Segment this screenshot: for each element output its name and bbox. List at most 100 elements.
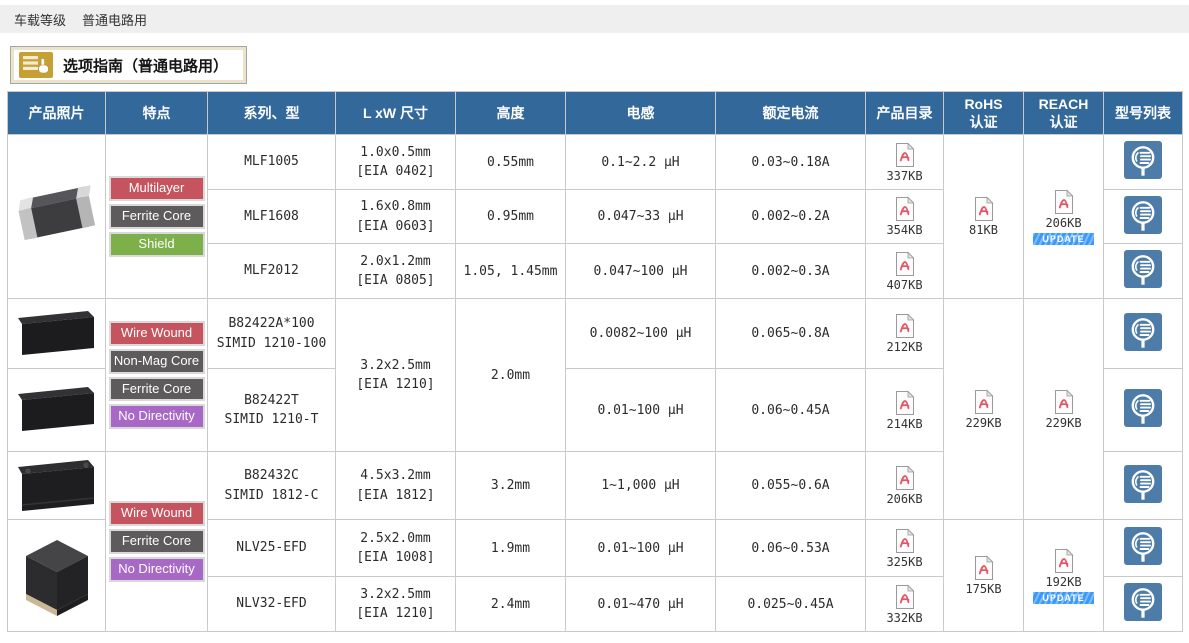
rohs-pdf-link[interactable]: 175KB	[965, 555, 1001, 596]
size-cell: 1.0x0.5mm[EIA 0402]	[336, 135, 456, 190]
col-header-rated-current: 额定电流	[716, 92, 866, 135]
feature-badge: Multilayer	[109, 176, 205, 201]
inductance-cell: 0.047~33 μH	[566, 190, 716, 244]
pdf-icon	[1053, 189, 1075, 215]
reach-cell: 192KB UPDATE	[1024, 520, 1104, 632]
series-cell: B82422TSIMID 1210-T	[208, 369, 336, 452]
catalog-cell: 407KB	[866, 244, 944, 299]
catalog-pdf-link[interactable]: 332KB	[886, 584, 922, 625]
size-cell: 2.0x1.2mm[EIA 0805]	[336, 244, 456, 299]
col-header-series-type: 系列、型	[208, 92, 336, 135]
table-header-row: 产品照片 特点 系列、型 L xW 尺寸 高度 电感 额定电流 产品目录 RoH…	[8, 92, 1183, 135]
series-cell: MLF1005	[208, 135, 336, 190]
pdf-icon	[1053, 389, 1075, 415]
magnifier-list-icon	[1124, 196, 1162, 234]
catalog-pdf-link[interactable]: 325KB	[886, 528, 922, 569]
col-header-catalog: 产品目录	[866, 92, 944, 135]
model-list-button[interactable]	[1124, 583, 1162, 621]
feature-badge: Ferrite Core	[109, 204, 205, 229]
product-photo-cell	[8, 135, 106, 299]
update-badge: UPDATE	[1033, 233, 1093, 245]
reach-pdf-link[interactable]: 192KB UPDATE	[1033, 548, 1093, 604]
product-photo-mlf-chip	[13, 147, 101, 287]
product-photo-nlv-inductor	[14, 524, 100, 628]
series-cell: MLF2012	[208, 244, 336, 299]
pdf-icon	[973, 196, 995, 222]
col-header-rohs: RoHS认证	[944, 92, 1024, 135]
product-photo-cell	[8, 452, 106, 520]
features-cell: Wire Wound Ferrite Core No Directivity	[106, 452, 208, 632]
model-list-cell	[1104, 244, 1183, 299]
model-list-button[interactable]	[1124, 141, 1162, 179]
feature-badge: Shield	[109, 232, 205, 257]
magnifier-list-icon	[1124, 250, 1162, 288]
height-cell: 0.55mm	[456, 135, 566, 190]
height-cell: 1.05, 1.45mm	[456, 244, 566, 299]
reach-pdf-link[interactable]: 229KB	[1045, 389, 1081, 430]
catalog-pdf-link[interactable]: 212KB	[886, 313, 922, 354]
catalog-pdf-link[interactable]: 206KB	[886, 465, 922, 506]
inductance-cell: 1~1,000 μH	[566, 452, 716, 520]
banner-title: 选项指南（普通电路用）	[63, 55, 228, 76]
model-list-button[interactable]	[1124, 250, 1162, 288]
product-photo-cell	[8, 520, 106, 632]
catalog-cell: 325KB	[866, 520, 944, 577]
current-cell: 0.002~0.2A	[716, 190, 866, 244]
series-cell: B82432CSIMID 1812-C	[208, 452, 336, 520]
feature-badge: Ferrite Core	[109, 377, 205, 402]
catalog-cell: 206KB	[866, 452, 944, 520]
series-cell: NLV25-EFD	[208, 520, 336, 577]
feature-badge: Wire Wound	[109, 321, 205, 346]
catalog-pdf-link[interactable]: 354KB	[886, 196, 922, 237]
size-cell: 2.5x2.0mm[EIA 1008]	[336, 520, 456, 577]
model-list-button[interactable]	[1124, 313, 1162, 351]
features-cell: Multilayer Ferrite Core Shield	[106, 135, 208, 299]
series-cell: MLF1608	[208, 190, 336, 244]
feature-badge: Wire Wound	[109, 501, 205, 526]
catalog-pdf-link[interactable]: 214KB	[886, 390, 922, 431]
col-header-reach: REACH认证	[1024, 92, 1104, 135]
reach-pdf-link[interactable]: 206KB UPDATE	[1033, 189, 1093, 245]
feature-badge: Ferrite Core	[109, 529, 205, 554]
col-header-inductance: 电感	[566, 92, 716, 135]
model-list-button[interactable]	[1124, 527, 1162, 565]
selection-guide-banner[interactable]: 选项指南（普通电路用）	[10, 46, 247, 84]
model-list-button[interactable]	[1124, 196, 1162, 234]
pdf-icon	[894, 465, 916, 491]
model-list-cell	[1104, 299, 1183, 369]
rohs-pdf-link[interactable]: 81KB	[969, 196, 998, 237]
model-list-button[interactable]	[1124, 465, 1162, 503]
selection-guide-icon	[19, 52, 53, 78]
inductance-cell: 0.047~100 μH	[566, 244, 716, 299]
size-cell: 3.2x2.5mm[EIA 1210]	[336, 299, 456, 452]
top-tab-bar: 车载等级 普通电路用	[0, 5, 1189, 33]
rohs-pdf-link[interactable]: 229KB	[965, 389, 1001, 430]
magnifier-list-icon	[1124, 389, 1162, 427]
pdf-icon	[894, 390, 916, 416]
magnifier-list-icon	[1124, 583, 1162, 621]
pdf-icon	[894, 313, 916, 339]
height-cell: 0.95mm	[456, 190, 566, 244]
height-cell: 2.4mm	[456, 577, 566, 632]
height-cell: 1.9mm	[456, 520, 566, 577]
reach-cell: 206KB UPDATE	[1024, 135, 1104, 299]
model-list-cell	[1104, 135, 1183, 190]
model-list-button[interactable]	[1124, 389, 1162, 427]
catalog-pdf-link[interactable]: 407KB	[886, 251, 922, 292]
model-list-cell	[1104, 452, 1183, 520]
tab-automotive-grade[interactable]: 车载等级	[14, 10, 66, 29]
catalog-pdf-link[interactable]: 337KB	[886, 142, 922, 183]
col-header-features: 特点	[106, 92, 208, 135]
catalog-cell: 354KB	[866, 190, 944, 244]
current-cell: 0.055~0.6A	[716, 452, 866, 520]
current-cell: 0.002~0.3A	[716, 244, 866, 299]
col-header-height: 高度	[456, 92, 566, 135]
series-cell: B82422A*100SIMID 1210-100	[208, 299, 336, 369]
current-cell: 0.06~0.45A	[716, 369, 866, 452]
pdf-icon	[1053, 548, 1075, 574]
height-cell: 3.2mm	[456, 452, 566, 520]
feature-badge: No Directivity	[109, 557, 205, 582]
tab-general-circuit[interactable]: 普通电路用	[82, 10, 147, 29]
magnifier-list-icon	[1124, 313, 1162, 351]
pdf-icon	[894, 196, 916, 222]
